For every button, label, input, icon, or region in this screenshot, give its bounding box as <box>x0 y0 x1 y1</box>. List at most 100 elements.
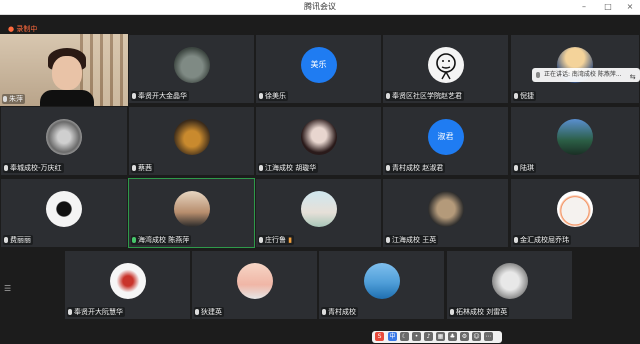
speaking-banner: 正在讲话: 南湾成校 陈燕萍... ⇆ <box>532 68 640 82</box>
speaking-text: 正在讲话: 南湾成校 陈燕萍... <box>544 71 622 78</box>
participant-tile[interactable]: 奉贤区社区学院赵艺君 <box>382 34 509 104</box>
participant-label: 青村成校 <box>321 307 358 317</box>
mic-icon <box>536 72 540 78</box>
participant-tile[interactable]: 奉贤开大阮慧华 <box>64 250 191 320</box>
participant-name: 金汇成校屈乔玮 <box>520 236 569 244</box>
avatar <box>491 263 528 299</box>
video-tile-camera[interactable]: 朱萍 <box>0 34 128 106</box>
participant-name: 蔡茜 <box>138 164 152 172</box>
mic-muted-icon <box>386 165 390 171</box>
recording-indicator: ● 录制中 <box>8 25 38 33</box>
window-title: 腾讯会议 <box>304 2 336 11</box>
mic-muted-icon <box>259 93 263 99</box>
participant-name: 狄建英 <box>201 308 222 316</box>
participant-name: 徐美乐 <box>265 92 286 100</box>
participant-tile-speaking[interactable]: 海湾成校 陈燕萍 <box>128 178 255 248</box>
participant-tile[interactable]: 淑君 青村成校 赵淑君 <box>382 106 509 176</box>
dot-icon[interactable]: • <box>412 332 421 341</box>
participant-name: 奉贤开大阮慧华 <box>74 308 123 316</box>
participant-tile[interactable]: 美乐 徐美乐 <box>255 34 382 104</box>
avatar <box>300 119 337 155</box>
participant-tile[interactable]: 庄行鲁 ▮ <box>255 178 382 248</box>
mic-muted-icon <box>132 93 136 99</box>
grid-icon[interactable]: ▦ <box>436 332 445 341</box>
participant-label: 徐美乐 <box>258 91 288 101</box>
participant-name: 江海成校 胡璇华 <box>265 164 317 172</box>
avatar <box>236 263 273 299</box>
close-icon[interactable]: × <box>624 1 636 13</box>
participant-label: 费丽丽 <box>3 235 33 245</box>
participant-name: 奉贤开大金晶华 <box>138 92 187 100</box>
collapse-icon[interactable]: ⇆ <box>630 70 636 84</box>
participant-label: 奉贤区社区学院赵艺君 <box>385 91 464 101</box>
participant-tile[interactable]: 奉城成校-万庆红 <box>0 106 128 176</box>
participant-name: 青村成校 赵淑君 <box>392 164 444 172</box>
participant-label: 陆琪 <box>513 163 536 173</box>
mic-muted-icon <box>259 237 263 243</box>
person-body <box>40 90 94 106</box>
mic-muted-icon <box>514 237 518 243</box>
participant-label: 青村成校 赵淑君 <box>385 163 446 173</box>
app-icon[interactable]: S <box>375 332 384 341</box>
avatar <box>557 119 593 155</box>
avatar <box>173 119 210 155</box>
participant-tile[interactable]: 江海成校 胡璇华 <box>255 106 382 176</box>
avatar <box>109 263 146 299</box>
participant-label: 朱萍 <box>2 94 25 104</box>
mic-muted-icon <box>259 165 263 171</box>
mic-muted-icon <box>386 237 390 243</box>
participant-name: 陆琪 <box>520 164 534 172</box>
participant-name: 倪捷 <box>520 92 534 100</box>
more-icon[interactable]: ⋯ <box>484 332 493 341</box>
participant-tile[interactable]: 狄建英 <box>191 250 318 320</box>
participant-tile[interactable]: 奉贤开大金晶华 <box>128 34 255 104</box>
list-icon[interactable]: ☰ <box>4 283 16 295</box>
avatar <box>300 191 337 227</box>
participant-tile[interactable]: 青村成校 <box>318 250 445 320</box>
participant-label: 江海成校 胡璇华 <box>258 163 319 173</box>
participant-tile[interactable]: 费丽丽 <box>0 178 128 248</box>
signal-icon: ▮ <box>288 236 293 244</box>
participant-label: 庄行鲁 ▮ <box>258 235 295 245</box>
participant-label: 江海成校 王英 <box>385 235 439 245</box>
settings-icon[interactable]: ⚙ <box>460 332 469 341</box>
participant-name: 海湾成校 陈燕萍 <box>138 236 190 244</box>
participant-name: 江海成校 王英 <box>392 236 437 244</box>
mic-active-icon <box>132 237 136 243</box>
participant-label: 奉城成校-万庆红 <box>3 163 64 173</box>
user-icon[interactable]: ☺ <box>472 332 481 341</box>
minimize-icon[interactable]: – <box>578 1 590 13</box>
participant-label: 金汇成校屈乔玮 <box>513 235 571 245</box>
participant-name: 奉城成校-万庆红 <box>10 164 62 172</box>
mic-tray-icon[interactable]: ♪ <box>424 332 433 341</box>
participant-name: 青村成校 <box>328 308 356 316</box>
avatar <box>363 263 400 299</box>
mic-muted-icon <box>514 165 518 171</box>
avatar <box>46 191 82 227</box>
avatar: 美乐 <box>300 47 337 83</box>
keyboard-icon[interactable]: 中 <box>388 332 397 341</box>
mic-muted-icon <box>386 93 390 99</box>
participant-tile[interactable]: 蔡茜 <box>128 106 255 176</box>
maximize-icon[interactable]: □ <box>602 1 614 13</box>
avatar <box>427 47 464 83</box>
participant-label: 蔡茜 <box>131 163 154 173</box>
mic-muted-icon <box>68 309 72 315</box>
participant-tile[interactable]: 金汇成校屈乔玮 <box>510 178 640 248</box>
taskbar-tray: S 中 ☾ • ♪ ▦ ♣ ⚙ ☺ ⋯ <box>372 331 502 343</box>
face-drawing-icon <box>435 53 456 80</box>
participant-tile[interactable]: 柘林成校 刘雷英 <box>446 250 573 320</box>
mic-muted-icon <box>322 309 326 315</box>
participant-tile[interactable]: 江海成校 王英 <box>382 178 509 248</box>
participant-tile[interactable]: 陆琪 <box>510 106 640 176</box>
mic-muted-icon <box>195 309 199 315</box>
participant-name: 费丽丽 <box>10 236 31 244</box>
avatar <box>46 119 82 155</box>
avatar <box>427 191 464 227</box>
mic-muted-icon <box>514 93 518 99</box>
mic-muted-icon <box>3 96 7 102</box>
mic-muted-icon <box>450 309 454 315</box>
shirt-icon[interactable]: ♣ <box>448 332 457 341</box>
participant-label: 奉贤开大金晶华 <box>131 91 189 101</box>
moon-icon[interactable]: ☾ <box>400 332 409 341</box>
